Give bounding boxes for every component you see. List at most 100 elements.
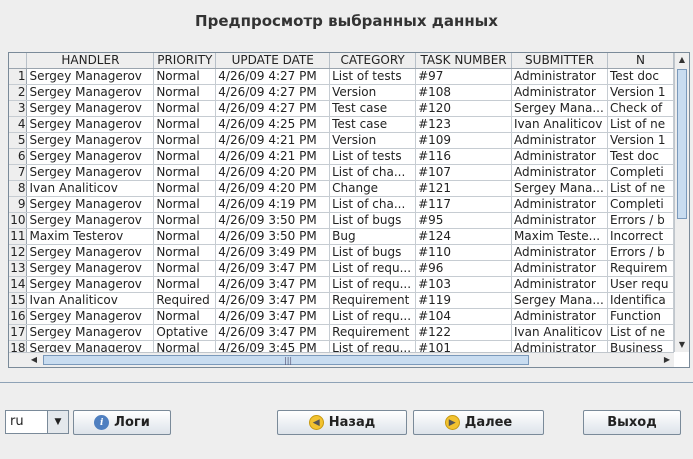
table-cell[interactable]: Sergey Managerov [26,244,155,261]
table-cell[interactable]: 4/26/09 3:47 PM [215,260,331,277]
table-cell[interactable]: Test doc [607,68,674,85]
table-cell[interactable]: 4/26/09 3:45 PM [215,340,331,352]
table-cell[interactable]: Maxim Teste... [511,228,608,245]
table-cell[interactable]: Administrator [511,132,608,149]
table-cell[interactable]: #101 [415,340,513,352]
table-cell[interactable]: Ivan Analiticov [511,324,608,341]
table-cell[interactable]: Sergey Managerov [26,324,155,341]
table-cell[interactable]: #119 [415,292,513,309]
table-cell[interactable]: Requirement [329,292,417,309]
table-cell[interactable]: #103 [415,276,513,293]
table-cell[interactable]: Administrator [511,148,608,165]
table-cell[interactable]: Normal [153,212,217,229]
table-cell[interactable]: #120 [415,100,513,117]
table-cell[interactable]: List of bugs [329,212,417,229]
table-cell[interactable]: Normal [153,196,217,213]
table-row[interactable]: 4 Sergey Managerov Normal 4/26/09 4:25 PM Te… [9,116,674,133]
table-cell[interactable]: List of ne [607,324,674,341]
table-cell[interactable]: List of tests [329,148,417,165]
table-cell[interactable]: Sergey Managerov [26,260,155,277]
table-cell[interactable]: #122 [415,324,513,341]
table-cell[interactable]: 4/26/09 3:49 PM [215,244,331,261]
language-select[interactable]: ru ▼ [5,410,69,434]
table-row[interactable]: 12 Sergey Managerov Normal 4/26/09 3:49 PM L… [9,244,674,261]
table-cell[interactable]: Normal [153,148,217,165]
scroll-left-icon[interactable]: ◀ [28,354,40,366]
table-cell[interactable]: Optative [153,324,217,341]
table-cell[interactable]: Version 1 [607,132,674,149]
table-cell[interactable]: #104 [415,308,513,325]
table-cell[interactable]: Sergey Managerov [26,132,155,149]
table-row[interactable]: 14 Sergey Managerov Normal 4/26/09 3:47 PM L… [9,276,674,293]
table-cell[interactable]: Identifica [607,292,674,309]
table-cell[interactable]: Normal [153,68,217,85]
back-button[interactable]: ◀ Назад [277,410,407,435]
table-cell[interactable]: Normal [153,340,217,352]
table-cell[interactable]: Normal [153,100,217,117]
table-cell[interactable]: #96 [415,260,513,277]
table-row[interactable]: 6 Sergey Managerov Normal 4/26/09 4:21 PM Li… [9,148,674,165]
table-cell[interactable]: Test doc [607,148,674,165]
table-row[interactable]: 7 Sergey Managerov Normal 4/26/09 4:20 PM Li… [9,164,674,181]
table-cell[interactable]: Sergey Managerov [26,164,155,181]
table-cell[interactable]: #116 [415,148,513,165]
table-row[interactable]: 3 Sergey Managerov Normal 4/26/09 4:27 PM Te… [9,100,674,117]
vertical-scrollbar[interactable]: ▲ ▼ [674,53,689,352]
table-cell[interactable]: Sergey Managerov [26,84,155,101]
table-cell[interactable]: Administrator [511,84,608,101]
table-cell[interactable]: #108 [415,84,513,101]
table-cell[interactable]: List of requ... [329,260,417,277]
table-cell[interactable]: Required [153,292,217,309]
table-cell[interactable]: #117 [415,196,513,213]
table-cell[interactable]: Check of [607,100,674,117]
table-cell[interactable]: Normal [153,244,217,261]
table-cell[interactable]: Test case [329,100,417,117]
table-cell[interactable]: Ivan Analiticov [26,292,155,309]
table-cell[interactable]: Ivan Analiticov [26,180,155,197]
table-cell[interactable]: Maxim Testerov [26,228,155,245]
table-cell[interactable]: Bug [329,228,417,245]
table-cell[interactable]: 4/26/09 3:47 PM [215,308,331,325]
table-cell[interactable]: 4/26/09 3:47 PM [215,276,331,293]
table-cell[interactable]: 4/26/09 3:47 PM [215,324,331,341]
table-row[interactable]: 16 Sergey Managerov Normal 4/26/09 3:47 PM L… [9,308,674,325]
table-cell[interactable]: Requirement [329,324,417,341]
vertical-scroll-thumb[interactable] [677,69,687,219]
table-cell[interactable]: Business [607,340,674,352]
table-cell[interactable]: Normal [153,116,217,133]
table-cell[interactable]: Normal [153,260,217,277]
scroll-down-icon[interactable]: ▼ [677,339,687,351]
table-cell[interactable]: Change [329,180,417,197]
column-header[interactable]: SUBMITTER [511,53,608,69]
column-header[interactable]: N [607,53,674,69]
table-row[interactable]: 11 Maxim Testerov Normal 4/26/09 3:50 PM Bug… [9,228,674,245]
table-cell[interactable]: List of requ... [329,276,417,293]
table-row[interactable]: 10 Sergey Managerov Normal 4/26/09 3:50 PM L… [9,212,674,229]
table-cell[interactable]: Administrator [511,308,608,325]
table-cell[interactable]: 4/26/09 4:25 PM [215,116,331,133]
table-cell[interactable]: 4/26/09 4:20 PM [215,180,331,197]
table-row[interactable]: 18 Sergey Managerov Normal 4/26/09 3:45 PM L… [9,340,674,352]
table-cell[interactable]: Sergey Managerov [26,116,155,133]
table-cell[interactable]: 4/26/09 4:19 PM [215,196,331,213]
table-cell[interactable]: List of cha... [329,196,417,213]
scroll-right-icon[interactable]: ▶ [661,354,673,366]
table-cell[interactable]: 4/26/09 4:27 PM [215,84,331,101]
table-cell[interactable]: Sergey Managerov [26,340,155,352]
table-cell[interactable]: Normal [153,84,217,101]
table-cell[interactable]: Errors / b [607,212,674,229]
table-cell[interactable]: 4/26/09 4:21 PM [215,148,331,165]
table-cell[interactable]: #123 [415,116,513,133]
table-row[interactable]: 5 Sergey Managerov Normal 4/26/09 4:21 PM Ve… [9,132,674,149]
table-cell[interactable]: #97 [415,68,513,85]
table-cell[interactable]: Sergey Mana... [511,292,608,309]
table-cell[interactable]: Sergey Mana... [511,180,608,197]
table-cell[interactable]: #121 [415,180,513,197]
table-row[interactable]: 13 Sergey Managerov Normal 4/26/09 3:47 PM L… [9,260,674,277]
table-cell[interactable]: Administrator [511,212,608,229]
table-cell[interactable]: Sergey Managerov [26,148,155,165]
table-cell[interactable]: Normal [153,180,217,197]
horizontal-scrollbar[interactable]: ◀ ||| ▶ [27,352,674,367]
table-cell[interactable]: Requirem [607,260,674,277]
table-cell[interactable]: Sergey Mana... [511,100,608,117]
